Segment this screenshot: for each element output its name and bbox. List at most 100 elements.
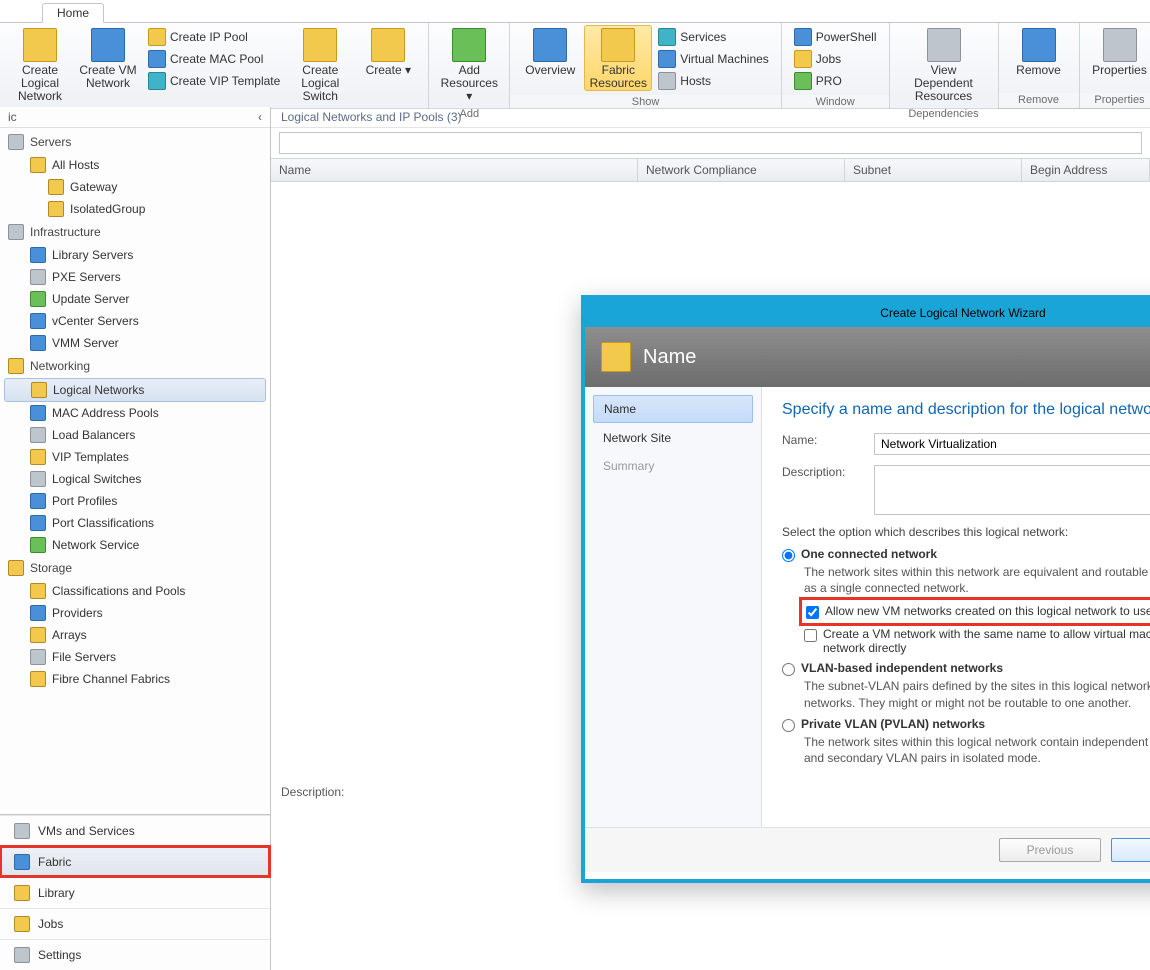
option-pvlan[interactable]: Private VLAN (PVLAN) networks bbox=[782, 717, 1150, 732]
vmm-icon bbox=[30, 335, 46, 351]
nav-network-service[interactable]: Network Service bbox=[0, 534, 270, 556]
wunderbar-vms[interactable]: VMs and Services bbox=[0, 815, 270, 846]
folder-icon bbox=[48, 201, 64, 217]
wizard-icon bbox=[601, 342, 631, 372]
nav-logical-networks[interactable]: Logical Networks bbox=[4, 378, 266, 402]
powershell-button[interactable]: PowerShell bbox=[792, 27, 879, 47]
checkbox-create-vm-network-same-name[interactable] bbox=[804, 629, 817, 642]
wunderbar-library[interactable]: Library bbox=[0, 877, 270, 908]
nav-port-profiles[interactable]: Port Profiles bbox=[0, 490, 270, 512]
pro-button[interactable]: PRO bbox=[792, 71, 879, 91]
servers-icon bbox=[8, 134, 24, 150]
view-dependent-resources-button[interactable]: View Dependent Resources bbox=[896, 25, 992, 105]
nav-gateway[interactable]: Gateway bbox=[0, 176, 270, 198]
create-dropdown-button[interactable]: Create ▾ bbox=[354, 25, 422, 78]
create-logical-network-button[interactable]: Create Logical Network bbox=[6, 25, 74, 105]
create-vip-template-button[interactable]: Create VIP Template bbox=[146, 71, 282, 91]
description-textarea[interactable] bbox=[874, 465, 1150, 515]
remove-button[interactable]: Remove bbox=[1005, 25, 1073, 78]
nav-vip-templates[interactable]: VIP Templates bbox=[0, 446, 270, 468]
nav-all-hosts[interactable]: All Hosts bbox=[0, 154, 270, 176]
radio-pvlan[interactable] bbox=[782, 719, 795, 732]
nav-infrastructure[interactable]: Infrastructure bbox=[0, 220, 270, 244]
port-classifications-icon bbox=[30, 515, 46, 531]
overview-button[interactable]: Overview bbox=[516, 25, 584, 78]
nav-servers[interactable]: Servers bbox=[0, 130, 270, 154]
nav-port-classifications[interactable]: Port Classifications bbox=[0, 512, 270, 534]
collapse-nav-icon[interactable]: ‹ bbox=[258, 110, 262, 124]
dependencies-icon bbox=[927, 28, 961, 62]
providers-icon bbox=[30, 605, 46, 621]
vip-templates-icon bbox=[30, 449, 46, 465]
update-server-icon bbox=[30, 291, 46, 307]
checkbox-allow-network-virtualization[interactable] bbox=[806, 606, 819, 619]
network-icon bbox=[23, 28, 57, 62]
next-button[interactable]: Next bbox=[1111, 838, 1150, 862]
step-name[interactable]: Name bbox=[593, 395, 753, 423]
option-vlan-based[interactable]: VLAN-based independent networks bbox=[782, 661, 1150, 676]
col-compliance[interactable]: Network Compliance bbox=[638, 159, 845, 181]
create-mac-pool-button[interactable]: Create MAC Pool bbox=[146, 49, 282, 69]
hosts-button[interactable]: Hosts bbox=[656, 71, 771, 91]
wizard-banner: Name bbox=[585, 327, 1150, 387]
properties-button[interactable]: Properties bbox=[1086, 25, 1150, 78]
nav-arrays[interactable]: Arrays bbox=[0, 624, 270, 646]
nav-file-servers[interactable]: File Servers bbox=[0, 646, 270, 668]
folder-icon bbox=[48, 179, 64, 195]
col-subnet[interactable]: Subnet bbox=[845, 159, 1022, 181]
fabric-resources-icon bbox=[601, 28, 635, 62]
virtual-machines-button[interactable]: Virtual Machines bbox=[656, 49, 771, 69]
radio-one-connected[interactable] bbox=[782, 549, 795, 562]
previous-button[interactable]: Previous bbox=[999, 838, 1101, 862]
services-button[interactable]: Services bbox=[656, 27, 771, 47]
radio-vlan-based[interactable] bbox=[782, 663, 795, 676]
search-input[interactable] bbox=[279, 132, 1142, 154]
create-vm-network-same-name-row[interactable]: Create a VM network with the same name t… bbox=[804, 627, 1150, 655]
create-vm-network-button[interactable]: Create VM Network bbox=[74, 25, 142, 91]
allow-network-virtualization-row[interactable]: Allow new VM networks created on this lo… bbox=[804, 602, 1150, 621]
vm-network-icon bbox=[91, 28, 125, 62]
navigation-pane: ic ‹ Servers All Hosts Gateway IsolatedG… bbox=[0, 107, 271, 970]
wizard-steps: Name Network Site Summary bbox=[585, 387, 762, 827]
nav-load-balancers[interactable]: Load Balancers bbox=[0, 424, 270, 446]
name-label: Name: bbox=[782, 433, 862, 447]
nav-vmm-server[interactable]: VMM Server bbox=[0, 332, 270, 354]
description-field-label: Description: bbox=[782, 465, 862, 479]
nav-fibre-channel[interactable]: Fibre Channel Fabrics bbox=[0, 668, 270, 690]
wizard-titlebar[interactable]: Create Logical Network Wizard ✕ bbox=[585, 299, 1150, 327]
nav-networking[interactable]: Networking bbox=[0, 354, 270, 378]
nav-providers[interactable]: Providers bbox=[0, 602, 270, 624]
jobs-icon bbox=[794, 50, 812, 68]
nav-tree[interactable]: Servers All Hosts Gateway IsolatedGroup … bbox=[0, 128, 270, 814]
nav-mac-address-pools[interactable]: MAC Address Pools bbox=[0, 402, 270, 424]
tab-home[interactable]: Home bbox=[42, 3, 104, 23]
pxe-server-icon bbox=[30, 269, 46, 285]
ribbon-group-show: Overview Fabric Resources Services Virtu… bbox=[510, 23, 782, 108]
step-summary[interactable]: Summary bbox=[593, 453, 753, 479]
option-one-connected[interactable]: One connected network bbox=[782, 547, 1150, 562]
nav-library-servers[interactable]: Library Servers bbox=[0, 244, 270, 266]
name-input[interactable] bbox=[874, 433, 1150, 455]
nav-vcenter-servers[interactable]: vCenter Servers bbox=[0, 310, 270, 332]
step-network-site[interactable]: Network Site bbox=[593, 425, 753, 451]
wizard-main: Specify a name and description for the l… bbox=[762, 387, 1150, 827]
nav-update-server[interactable]: Update Server bbox=[0, 288, 270, 310]
jobs-button[interactable]: Jobs bbox=[792, 49, 879, 69]
col-begin-address[interactable]: Begin Address bbox=[1022, 159, 1150, 181]
nav-pxe-servers[interactable]: PXE Servers bbox=[0, 266, 270, 288]
add-resources-button[interactable]: Add Resources ▾ bbox=[435, 25, 503, 105]
create-logical-switch-button[interactable]: Create Logical Switch bbox=[286, 25, 354, 105]
nav-isolatedgroup[interactable]: IsolatedGroup bbox=[0, 198, 270, 220]
nav-classifications-pools[interactable]: Classifications and Pools bbox=[0, 580, 270, 602]
wunderbar-jobs[interactable]: Jobs bbox=[0, 908, 270, 939]
nav-logical-switches[interactable]: Logical Switches bbox=[0, 468, 270, 490]
fibre-channel-icon bbox=[30, 671, 46, 687]
wunderbar-settings[interactable]: Settings bbox=[0, 939, 270, 970]
wunderbar-fabric[interactable]: Fabric bbox=[0, 846, 270, 877]
create-star-icon bbox=[371, 28, 405, 62]
fabric-resources-button[interactable]: Fabric Resources bbox=[584, 25, 652, 91]
classifications-icon bbox=[30, 583, 46, 599]
nav-storage[interactable]: Storage bbox=[0, 556, 270, 580]
col-name[interactable]: Name bbox=[271, 159, 638, 181]
create-ip-pool-button[interactable]: Create IP Pool bbox=[146, 27, 282, 47]
